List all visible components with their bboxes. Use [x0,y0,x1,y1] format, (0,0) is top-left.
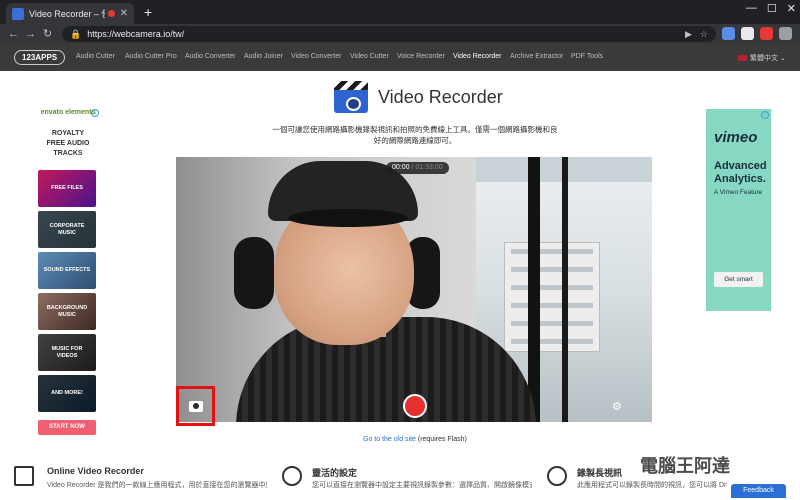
media-icon[interactable]: ▶ [685,29,692,40]
extension-icon[interactable] [722,27,735,40]
site-logo[interactable]: 123APPS [14,50,66,65]
extension-icon[interactable] [760,27,773,40]
nav-link[interactable]: Video Cutter [350,53,389,60]
nav-link[interactable]: Audio Cutter [76,53,115,60]
favicon-icon [12,7,24,20]
nav-link-active[interactable]: Video Recorder [453,53,502,60]
site-nav: 123APPS Audio Cutter Audio Cutter Pro Au… [0,44,800,71]
feature-text: Video Recorder 是我們的一款線上應用程式，用於直接在您的瀏覽器中錄… [47,482,267,489]
feedback-button[interactable]: Feedback [731,484,786,498]
feature-text: 您可以直接在瀏覽器中設定主要視訊錄製參數：選擇品質、開啟鏡像模式或擴大全螢幕顯示 [312,482,532,489]
window-controls: — ☐ ✕ [746,2,796,15]
feature-title: 錄製長視訊 [577,468,623,478]
cap-brim [288,209,408,227]
timer-max: 01:33:00 [415,164,443,171]
extension-icon[interactable] [741,27,754,40]
page-title: Video Recorder [378,87,503,107]
ad-tile[interactable]: SOUND EFFECTS [38,252,96,289]
back-button[interactable]: ← [8,26,19,42]
clapperboard-icon [334,81,368,113]
nav-link[interactable]: PDF Tools [571,53,603,60]
tab-close-icon[interactable]: ✕ [120,8,128,19]
start-now-button[interactable]: START NOW [38,420,96,435]
ad-title: ROYALTY FREE AUDIO TRACKS [46,130,90,157]
record-button[interactable] [403,394,427,418]
browser-tab[interactable]: Video Recorder – 使用網路 ✕ [6,3,134,24]
maximize-button[interactable]: ☐ [767,2,777,15]
left-ad[interactable]: envato elements i ROYALTY FREE AUDIO TRA… [37,109,99,439]
feature-title: Online Video Recorder [47,466,144,476]
browser-tab-bar: Video Recorder – 使用網路 ✕ + — ☐ ✕ [0,0,800,24]
video-recorder-feature-icon [14,466,34,486]
webcam-preview [176,157,652,422]
nav-link[interactable]: Voice Recorder [397,53,445,60]
background-building [504,242,600,352]
ad-tile[interactable]: CORPORATE MUSIC [38,211,96,248]
nav-link[interactable]: Audio Converter [185,53,236,60]
get-smart-button[interactable]: Get smart [714,272,763,287]
old-site-line: Go to the old site (requires Flash) [363,436,467,443]
flag-icon [738,55,747,62]
bookmark-star-icon[interactable]: ☆ [700,29,708,40]
ad-tile[interactable]: MUSIC FOR VIDEOS [38,334,96,371]
watermark-logo: 電腦王阿達 [640,456,730,476]
settings-gear-icon[interactable]: ⚙ [612,400,622,413]
feature-title: 靈活的設定 [312,468,358,478]
infinity-feature-icon [547,466,567,486]
tab-title: Video Recorder – 使用網路 [29,9,105,19]
ad-info-icon[interactable]: i [761,111,769,119]
ad-tile[interactable]: AND MORE! [38,375,96,412]
minimize-button[interactable]: — [746,2,757,15]
timer-current: 00:00 [392,164,410,171]
ad-tile[interactable]: FREE FILES [38,170,96,207]
language-select[interactable]: 繁體中文 ⌄ [738,53,786,63]
address-bar: ← → ↻ 🔒 https://webcamera.io/tw/ ▶ ☆ [0,24,800,44]
ad-tile[interactable]: BACKGROUND MUSIC [38,293,96,330]
reload-button[interactable]: ↻ [43,26,52,42]
envato-logo: envato elements [40,109,96,116]
headphone-left [234,237,274,309]
close-window-button[interactable]: ✕ [787,2,796,15]
nav-link[interactable]: Video Converter [291,53,341,60]
window-frame [528,157,540,422]
window-frame [562,157,568,422]
nav-link[interactable]: Archive Extractor [510,53,563,60]
recording-timer: 00:00 / 01:33:00 [386,162,449,174]
url-text[interactable]: https://webcamera.io/tw/ [87,29,677,39]
menu-dots-icon[interactable] [779,27,792,40]
new-tab-button[interactable]: + [144,4,152,20]
camera-icon [188,400,203,412]
take-photo-button[interactable] [176,386,215,426]
vimeo-logo: vimeo [714,129,758,146]
ad-tagline: A Vimeo Feature [714,189,763,196]
right-ad[interactable]: i vimeo Advanced Analytics. A Vimeo Feat… [706,109,771,311]
ad-info-icon[interactable]: i [91,109,99,117]
lock-icon: 🔒 [70,28,82,39]
omnibox[interactable]: 🔒 https://webcamera.io/tw/ ▶ ☆ [62,26,716,42]
extension-icons [722,27,792,40]
old-site-note: (requires Flash) [415,436,467,443]
nav-link[interactable]: Audio Cutter Pro [125,53,177,60]
feature-text: 此應用程式可以錄製長時間的視訊，您可以將 Drive 或 Dropbox 儲存 [577,482,727,489]
recording-indicator-icon [107,10,115,17]
page-subtitle: 一個可讓您使用網路攝影機錄製視訊和拍照的免費線上工具。僅需一個網路攝影機和良好的… [272,125,558,145]
forward-button[interactable]: → [25,26,36,42]
nav-link[interactable]: Audio Joiner [244,53,283,60]
old-site-link[interactable]: Go to the old site [363,436,416,443]
settings-feature-icon [282,466,302,486]
ad-headline: Advanced Analytics. [714,160,767,185]
